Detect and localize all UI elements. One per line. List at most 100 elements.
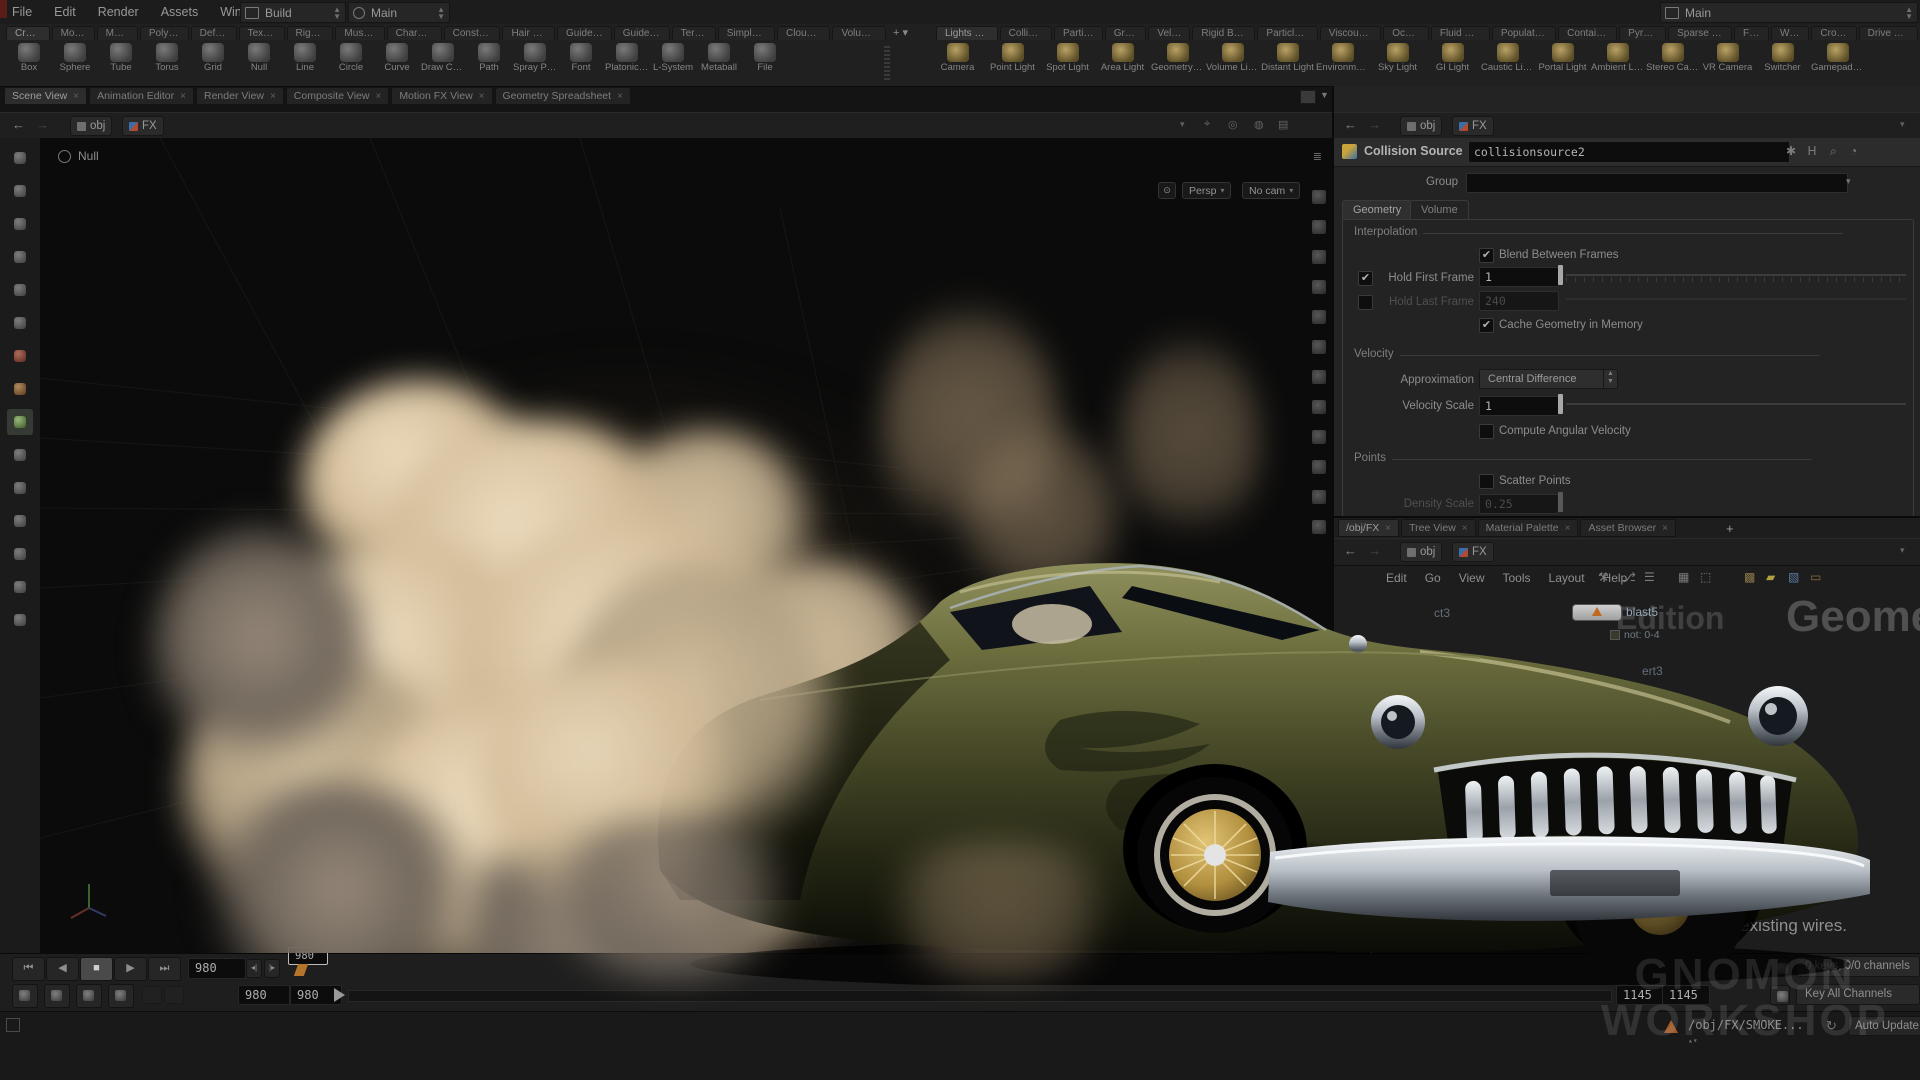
shelf-tool[interactable]: Point Light: [985, 41, 1040, 73]
sub-step-back-button[interactable]: [142, 986, 162, 1004]
shelf-tab[interactable]: Create: [6, 26, 50, 40]
network-menu-item[interactable]: Tools: [1503, 571, 1531, 585]
close-tab-icon[interactable]: ×: [617, 91, 623, 102]
toolbar-icon[interactable]: [7, 574, 33, 600]
close-tab-icon[interactable]: ×: [1565, 523, 1571, 534]
shelf-tab[interactable]: Grains: [1105, 26, 1147, 40]
shelf-tab[interactable]: Simple FX: [718, 26, 775, 40]
hold-last-checkbox[interactable]: [1358, 295, 1373, 310]
keyframe-flag-icon[interactable]: [12, 984, 38, 1008]
node-attribdelete1[interactable]: ✕: [1352, 896, 1400, 913]
shelf-tool[interactable]: Area Light: [1095, 41, 1150, 73]
camera-lock-icon[interactable]: ◎: [1228, 118, 1238, 131]
toolbar-icon[interactable]: [7, 607, 33, 633]
shelf-tool[interactable]: Font: [558, 41, 604, 73]
shelf-tab[interactable]: Guide P...: [557, 26, 612, 40]
palette-icon[interactable]: ▩: [1744, 570, 1755, 584]
toolbar-icon[interactable]: [7, 409, 33, 435]
shelf-tab[interactable]: Modify: [52, 26, 95, 40]
cook-gear-icon[interactable]: ✱: [1786, 144, 1796, 158]
range-end-field[interactable]: 1145: [1616, 985, 1664, 1005]
combo-spinner-icon[interactable]: ▲▼: [333, 6, 341, 20]
path-node-chip[interactable]: FX: [1452, 542, 1494, 562]
velocity-scale-field[interactable]: 1: [1479, 396, 1559, 416]
shelf-tool[interactable]: Spray Paint: [512, 41, 558, 73]
display-option-icon[interactable]: [1312, 490, 1326, 504]
shelf-tool[interactable]: Spot Light: [1040, 41, 1095, 73]
network-menu-item[interactable]: View: [1459, 571, 1485, 585]
pane-tab[interactable]: Animation Editor×: [89, 87, 194, 105]
shelf-tool[interactable]: Torus: [144, 41, 190, 73]
toolbar-icon[interactable]: [7, 475, 33, 501]
go-start-button[interactable]: ⏮: [12, 957, 45, 981]
shelf-tab[interactable]: Collisions: [1000, 26, 1052, 40]
wrench-icon[interactable]: ⚒: [1598, 570, 1609, 584]
path-root-chip[interactable]: obj: [1400, 542, 1442, 562]
pane-menu-arrow-icon[interactable]: ▼: [1320, 90, 1329, 100]
display-option-icon[interactable]: [1312, 520, 1326, 534]
viewport-list-icon[interactable]: ≣: [1313, 150, 1322, 163]
close-tab-icon[interactable]: ×: [479, 91, 485, 102]
pane-tab[interactable]: Motion FX View×: [391, 87, 492, 105]
hold-first-slider-handle[interactable]: [1558, 265, 1563, 285]
velocity-scale-slider[interactable]: [1566, 403, 1906, 405]
toolbar-icon[interactable]: [7, 376, 33, 402]
forward-arrow-icon[interactable]: →: [1368, 117, 1381, 132]
shelf-grip[interactable]: [884, 46, 890, 80]
shelf-tool[interactable]: Platonic Solids: [604, 41, 650, 73]
step-forward-button[interactable]: |▸: [264, 959, 280, 978]
network-menu-item[interactable]: Edit: [1386, 571, 1407, 585]
toolbar-icon[interactable]: [7, 442, 33, 468]
shelf-tab[interactable]: Vellum: [1148, 26, 1190, 40]
network-editor[interactable]: /obj/FX×Tree View×Material Palette×Asset…: [1334, 518, 1920, 953]
toolbar-icon[interactable]: [7, 145, 33, 171]
path-root-chip[interactable]: obj: [70, 116, 112, 136]
tab-volume[interactable]: Volume: [1410, 200, 1469, 220]
group-dropdown-icon[interactable]: ▾: [1846, 176, 1851, 187]
path-dropdown-icon[interactable]: ▾: [1900, 545, 1905, 556]
shelf-tab[interactable]: Volume...: [832, 26, 886, 40]
scatter-checkbox[interactable]: [1479, 474, 1494, 489]
display-option-icon[interactable]: [1312, 400, 1326, 414]
shelf-tool[interactable]: Gamepad Camera: [1810, 41, 1865, 73]
display-option-icon[interactable]: [1312, 370, 1326, 384]
hold-last-field[interactable]: 240: [1479, 291, 1559, 311]
close-tab-icon[interactable]: ×: [1662, 523, 1668, 534]
shelf-tool[interactable]: Path: [466, 41, 512, 73]
toolbar-icon[interactable]: [7, 178, 33, 204]
shelf-tab[interactable]: Viscous Fl...: [1320, 26, 1382, 40]
path-node-chip[interactable]: FX: [122, 116, 164, 136]
toolbar-icon[interactable]: [7, 343, 33, 369]
density-slider-handle[interactable]: [1558, 492, 1563, 512]
back-arrow-icon[interactable]: ←: [12, 117, 25, 132]
forward-arrow-icon[interactable]: →: [1368, 543, 1381, 558]
density-scale-field[interactable]: 0.25: [1479, 494, 1559, 514]
play-button[interactable]: ▶: [114, 957, 147, 981]
group-field[interactable]: [1466, 173, 1848, 193]
stop-button[interactable]: ■: [80, 957, 113, 981]
pane-tab[interactable]: /obj/FX×: [1338, 519, 1399, 537]
shelf-tool[interactable]: Distant Light: [1260, 41, 1315, 73]
shelf-tool[interactable]: Geometry Light: [1150, 41, 1205, 73]
shelf-tab[interactable]: Crowds: [1811, 26, 1856, 40]
shelf-tab[interactable]: Lights and...: [936, 26, 998, 40]
keys-count-button[interactable]: 0 keys, 0/0 channels: [1796, 956, 1920, 977]
display-option-icon[interactable]: [1312, 190, 1326, 204]
cache-checkbox[interactable]: ✔: [1479, 318, 1494, 333]
grid-view-icon[interactable]: ▦: [1678, 570, 1689, 584]
pane-tab[interactable]: Scene View×: [4, 87, 87, 105]
shelf-tool[interactable]: Camera: [930, 41, 985, 73]
viewport-lock-icon[interactable]: ⊙: [1158, 182, 1176, 199]
dopesheet-icon[interactable]: [1770, 957, 1790, 977]
pane-tab[interactable]: Render View×: [196, 87, 284, 105]
menu-item[interactable]: Edit: [54, 5, 76, 19]
path-dropdown-icon[interactable]: ▾: [1900, 119, 1905, 130]
shelf-tab[interactable]: Pyro FX: [1619, 26, 1666, 40]
channel-graph-icon[interactable]: [1770, 985, 1790, 1005]
blend-checkbox[interactable]: ✔: [1479, 248, 1494, 263]
shelf-tool[interactable]: L-System: [650, 41, 696, 73]
shelf-tab[interactable]: Rigid Bodies: [1192, 26, 1255, 40]
back-arrow-icon[interactable]: ←: [1344, 117, 1357, 132]
shelf-tab[interactable]: Hair Utils: [502, 26, 555, 40]
shelf-tab[interactable]: Rigging: [287, 26, 334, 40]
